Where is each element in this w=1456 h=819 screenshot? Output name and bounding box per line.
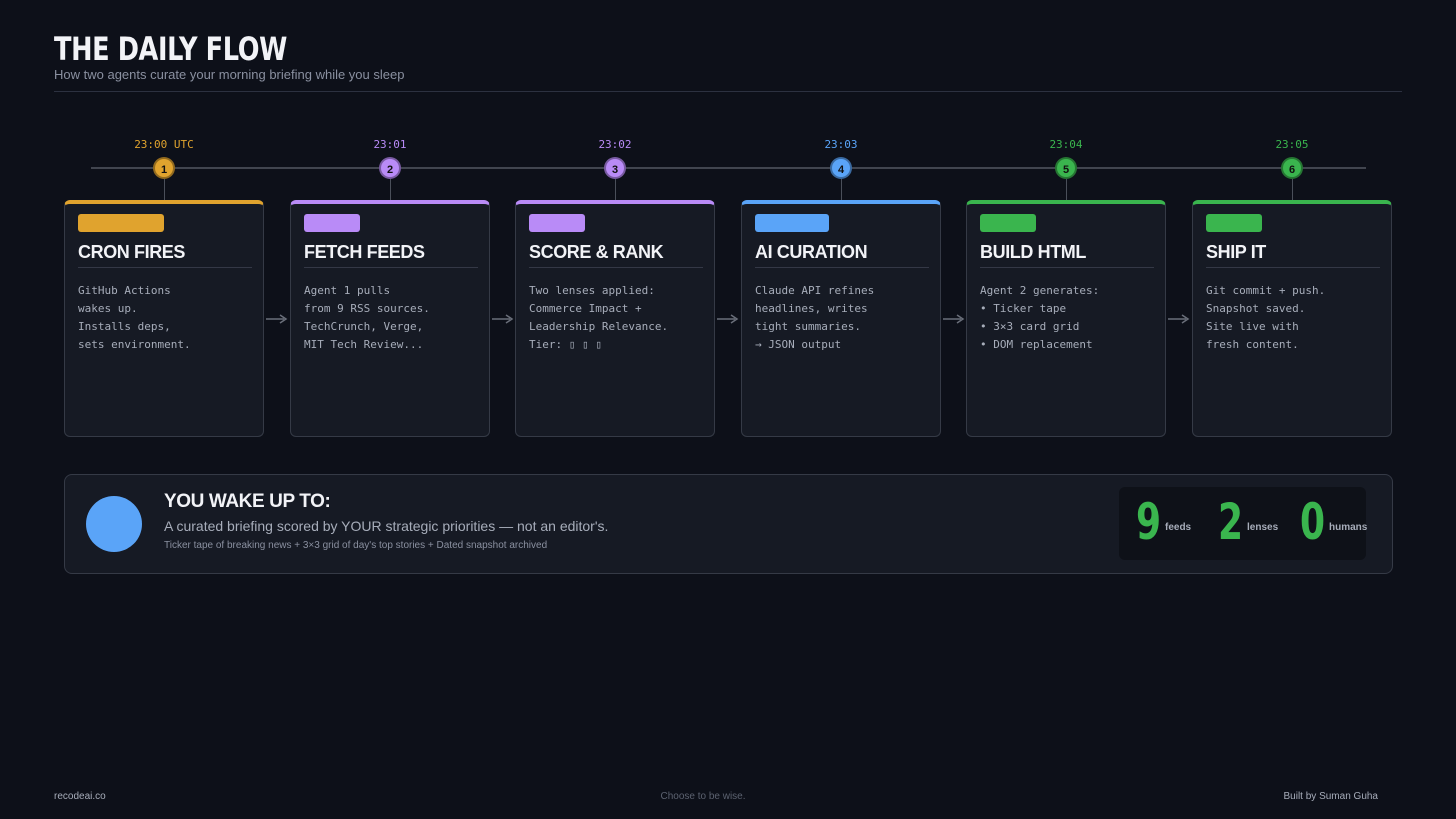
step-1-connector [164,179,165,200]
footer-site-link[interactable]: recodeai.co [54,791,106,802]
step-2-time: 23:01 [373,138,407,151]
step-2-description: Agent 1 pulls from 9 RSS sources. TechCr… [304,284,430,351]
step-4-title: AI CURATION [755,242,929,268]
step-6-connector [1292,179,1293,200]
step-2-tag [304,214,360,232]
step-5-tag [980,214,1036,232]
step-5-marker: 5 [1055,157,1077,179]
stat-humans-value: 0 [1300,493,1326,551]
stat-feeds: 9 feeds [1136,492,1191,552]
step-5-card: BUILD HTML Agent 2 generates: • Ticker t… [966,200,1166,437]
step-6-description: Git commit + push. Snapshot saved. Site … [1206,284,1326,351]
stat-lenses-value: 2 [1218,493,1244,551]
stat-lenses: 2 lenses [1218,492,1278,552]
timeline-line [91,167,1366,169]
step-4-description: Claude API refines headlines, writes tig… [755,284,875,351]
arrow-right-icon [717,314,739,324]
step-1-description: GitHub Actions wakes up. Installs deps, … [78,284,191,351]
step-5-description: Agent 2 generates: • Ticker tape • 3×3 c… [980,284,1100,351]
step-3-connector [615,179,616,200]
step-2-marker: 2 [379,157,401,179]
arrow-right-icon [1168,314,1190,324]
step-6-card: SHIP IT Git commit + push. Snapshot save… [1192,200,1392,437]
step-5-connector [1066,179,1067,200]
summary-subtitle: A curated briefing scored by YOUR strate… [164,518,609,534]
header-divider [54,91,1402,92]
step-1-marker: 1 [153,157,175,179]
step-4-time: 23:03 [824,138,858,151]
step-5-time: 23:04 [1049,138,1083,151]
step-6-time: 23:05 [1275,138,1309,151]
arrow-right-icon [492,314,514,324]
step-4-tag [755,214,829,232]
step-1-tag [78,214,164,232]
step-3-tag [529,214,585,232]
stats-box: 9 feeds 2 lenses 0 humans [1119,487,1367,560]
step-4-marker: 4 [830,157,852,179]
step-2-card: FETCH FEEDS Agent 1 pulls from 9 RSS sou… [290,200,490,437]
stat-humans: 0 humans [1300,492,1367,552]
step-1-card: CRON FIRES GitHub Actions wakes up. Inst… [64,200,264,437]
step-6-tag [1206,214,1262,232]
step-1-title: CRON FIRES [78,242,252,268]
step-6-marker: 6 [1281,157,1303,179]
stat-humans-label: humans [1329,522,1368,533]
step-5-title: BUILD HTML [980,242,1154,268]
arrow-right-icon [943,314,965,324]
summary-title: YOU WAKE UP TO: [164,491,331,512]
summary-panel: YOU WAKE UP TO: A curated briefing score… [64,474,1393,574]
footer-credit: Built by Suman Guha [1283,791,1379,802]
step-3-description: Two lenses applied: Commerce Impact + Le… [529,284,669,351]
step-4-card: AI CURATION Claude API refines headlines… [741,200,941,437]
step-3-time: 23:02 [598,138,632,151]
page-title: THE DAILY FLOW [54,30,287,68]
summary-note: Ticker tape of breaking news + 3×3 grid … [164,540,548,551]
stat-feeds-value: 9 [1136,493,1162,551]
arrow-right-icon [266,314,288,324]
step-4-connector [841,179,842,200]
step-2-title: FETCH FEEDS [304,242,478,268]
step-2-connector [390,179,391,200]
step-1-time: 23:00 UTC [134,138,194,151]
step-3-marker: 3 [604,157,626,179]
step-3-card: SCORE & RANK Two lenses applied: Commerc… [515,200,715,437]
footer-tagline: Choose to be wise. [660,791,746,802]
stat-feeds-label: feeds [1165,522,1192,533]
stat-lenses-label: lenses [1247,522,1279,533]
summary-circle-icon [86,496,142,552]
page-subtitle: How two agents curate your morning brief… [54,67,405,82]
step-6-title: SHIP IT [1206,242,1380,268]
step-3-title: SCORE & RANK [529,242,703,268]
